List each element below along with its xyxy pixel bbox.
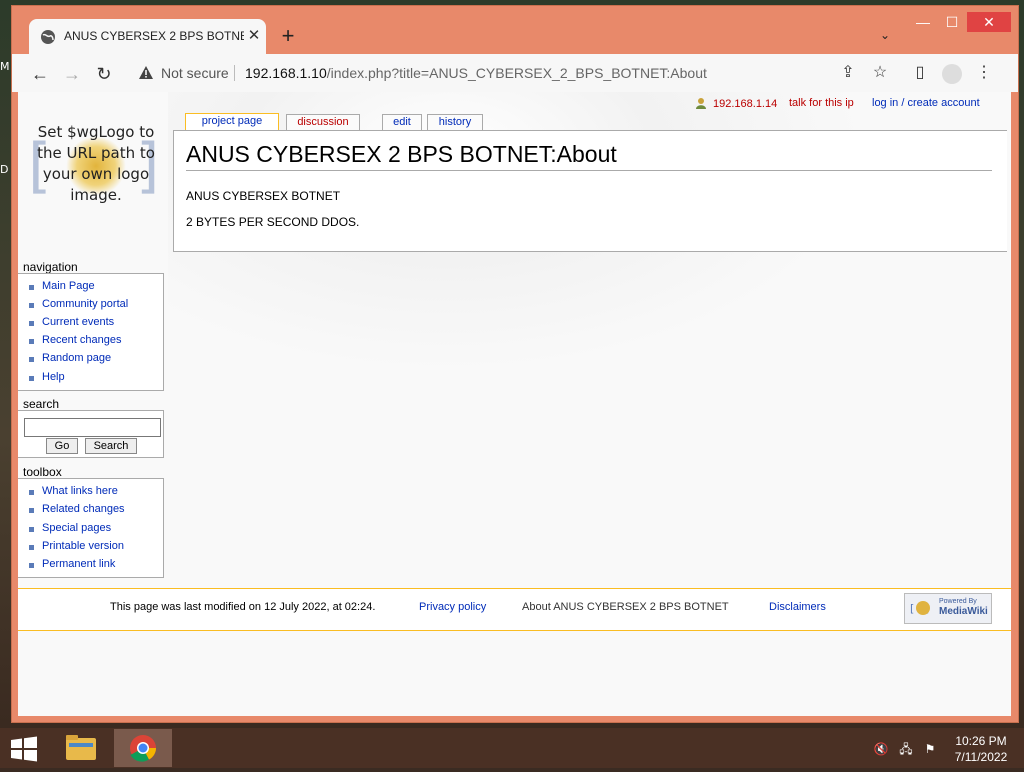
- toolbox-link[interactable]: Printable version: [29, 540, 124, 552]
- tab-close-icon[interactable]: ✕: [245, 27, 263, 45]
- sunflower-icon: [916, 601, 930, 615]
- reload-button[interactable]: ↻: [93, 63, 115, 85]
- search-portlet: Go Search: [18, 410, 164, 458]
- menu-kebab-icon[interactable]: ⋮: [974, 63, 994, 83]
- minimize-button[interactable]: —: [909, 12, 937, 32]
- about-link[interactable]: About ANUS CYBERSEX 2 BPS BOTNET: [522, 601, 729, 613]
- url-path: /index.php?title=ANUS_CYBERSEX_2_BPS_BOT…: [326, 65, 707, 81]
- folder-icon: [66, 735, 96, 760]
- clock-time: 10:26 PM: [955, 734, 1007, 748]
- disclaimers-link[interactable]: Disclaimers: [769, 601, 826, 613]
- side-panel-icon[interactable]: ▯: [910, 63, 930, 83]
- bookmark-star-icon[interactable]: ☆: [870, 63, 890, 83]
- nav-link[interactable]: Help: [29, 371, 65, 383]
- login-link[interactable]: log in / create account: [872, 97, 980, 109]
- globe-icon: [41, 30, 55, 44]
- last-modified-text: This page was last modified on 12 July 2…: [110, 601, 376, 613]
- new-tab-button[interactable]: +: [278, 25, 298, 47]
- toolbox-link-label: Permanent link: [42, 558, 116, 570]
- nav-link[interactable]: Current events: [29, 316, 114, 328]
- tab-label: edit: [393, 116, 411, 128]
- page-content: ANUS CYBERSEX 2 BPS BOTNET:About ANUS CY…: [173, 130, 1007, 252]
- go-button[interactable]: Go: [46, 438, 78, 454]
- maximize-button[interactable]: ☐: [938, 12, 966, 32]
- browser-toolbar: ← → ↻ Not secure 192.168.1.10/index.php?…: [12, 54, 1018, 92]
- nav-link-label: Random page: [42, 352, 112, 364]
- toolbox-link-label: Special pages: [42, 522, 112, 534]
- search-input[interactable]: [24, 418, 161, 437]
- nav-link-label: Current events: [42, 316, 115, 328]
- nav-link[interactable]: Main Page: [29, 280, 95, 292]
- navigation-portlet: Main Page Community portal Current event…: [18, 273, 164, 391]
- nav-link-label: Recent changes: [42, 334, 122, 346]
- nav-link[interactable]: Random page: [29, 352, 111, 364]
- browser-tab[interactable]: ANUS CYBERSEX 2 BPS BOTNET:About ✕: [29, 19, 266, 55]
- privacy-policy-link[interactable]: Privacy policy: [419, 601, 486, 613]
- nav-link[interactable]: Recent changes: [29, 334, 122, 346]
- tab-edit[interactable]: edit: [382, 114, 422, 130]
- toolbox-link[interactable]: Permanent link: [29, 558, 115, 570]
- logo-placeholder-text: Set $wgLogo to the URL path to your own …: [37, 123, 155, 204]
- system-clock[interactable]: 10:26 PM 7/11/2022: [944, 733, 1018, 765]
- network-icon[interactable]: 🖧: [898, 741, 914, 757]
- warning-icon[interactable]: [138, 65, 154, 81]
- browser-window: ANUS CYBERSEX 2 BPS BOTNET:About ✕ + ⌄ —…: [11, 5, 1019, 723]
- share-icon[interactable]: ⇪: [838, 63, 858, 83]
- wiki-logo[interactable]: [ ] Set $wgLogo to the URL path to your …: [26, 116, 166, 246]
- chrome-icon: [130, 735, 156, 762]
- badge-powered-by: Powered By: [939, 598, 977, 605]
- toolbox-link[interactable]: Related changes: [29, 503, 125, 515]
- nav-link-label: Main Page: [42, 280, 95, 292]
- page-title: ANUS CYBERSEX 2 BPS BOTNET:About: [186, 141, 992, 171]
- personal-ip-link[interactable]: 192.168.1.14: [695, 97, 777, 110]
- toolbox-link-label: What links here: [42, 485, 118, 497]
- toolbox-link[interactable]: What links here: [29, 485, 118, 497]
- notification-flag-icon[interactable]: ⚑: [922, 741, 938, 757]
- nav-link-label: Community portal: [42, 298, 129, 310]
- chrome-taskbar-button[interactable]: [114, 729, 172, 767]
- close-window-button[interactable]: ✕: [967, 12, 1011, 32]
- powered-by-mediawiki-badge[interactable]: [ ] Powered By MediaWiki: [904, 593, 992, 624]
- navigation-heading: navigation: [23, 260, 78, 274]
- tab-discussion[interactable]: discussion: [286, 114, 360, 130]
- volume-muted-icon[interactable]: 🔇: [873, 741, 889, 757]
- search-button[interactable]: Search: [85, 438, 137, 454]
- nav-link[interactable]: Community portal: [29, 298, 128, 310]
- tab-label: history: [438, 116, 472, 128]
- toolbox-link-label: Printable version: [42, 540, 124, 552]
- windows-start-icon[interactable]: [10, 736, 38, 762]
- file-explorer-taskbar-button[interactable]: [52, 729, 110, 767]
- toolbox-heading: toolbox: [23, 465, 62, 479]
- taskbar: 🔇 🖧 ⚑ 10:26 PM 7/11/2022: [0, 728, 1024, 768]
- body-line: ANUS CYBERSEX BOTNET: [186, 189, 341, 203]
- tab-label: project page: [201, 115, 263, 127]
- search-heading: search: [23, 397, 60, 411]
- url-host: 192.168.1.10: [245, 65, 327, 81]
- toolbox-link[interactable]: Special pages: [29, 522, 111, 534]
- url-text[interactable]: 192.168.1.10/index.php?title=ANUS_CYBERS…: [245, 65, 707, 81]
- toolbox-portlet: What links here Related changes Special …: [18, 478, 164, 578]
- back-button[interactable]: ←: [29, 63, 51, 85]
- ip-text: 192.168.1.14: [713, 98, 778, 110]
- profile-avatar-icon[interactable]: [942, 64, 962, 84]
- tab-title: ANUS CYBERSEX 2 BPS BOTNET:About: [64, 29, 244, 43]
- tab-project-page[interactable]: project page: [185, 113, 279, 131]
- tab-strip: ANUS CYBERSEX 2 BPS BOTNET:About ✕ + ⌄ —…: [12, 6, 1018, 55]
- address-bar[interactable]: Not secure 192.168.1.10/index.php?title=…: [130, 59, 852, 87]
- toolbox-link-label: Related changes: [42, 503, 125, 515]
- badge-mediawiki: MediaWiki: [939, 606, 988, 617]
- page-footer: This page was last modified on 12 July 2…: [18, 588, 1011, 631]
- user-icon: [696, 98, 706, 109]
- tab-history[interactable]: history: [427, 114, 483, 130]
- nav-link-label: Help: [42, 371, 65, 383]
- clock-date: 7/11/2022: [954, 750, 1008, 764]
- tab-search-icon[interactable]: ⌄: [876, 28, 894, 46]
- body-line: 2 BYTES PER SECOND DDOS.: [186, 215, 360, 229]
- divider: [234, 65, 235, 81]
- forward-button[interactable]: →: [61, 63, 83, 85]
- tab-label: discussion: [297, 116, 349, 128]
- page-viewport: [ ] Set $wgLogo to the URL path to your …: [18, 92, 1011, 716]
- talk-link[interactable]: talk for this ip: [789, 97, 854, 109]
- security-label[interactable]: Not secure: [161, 65, 229, 81]
